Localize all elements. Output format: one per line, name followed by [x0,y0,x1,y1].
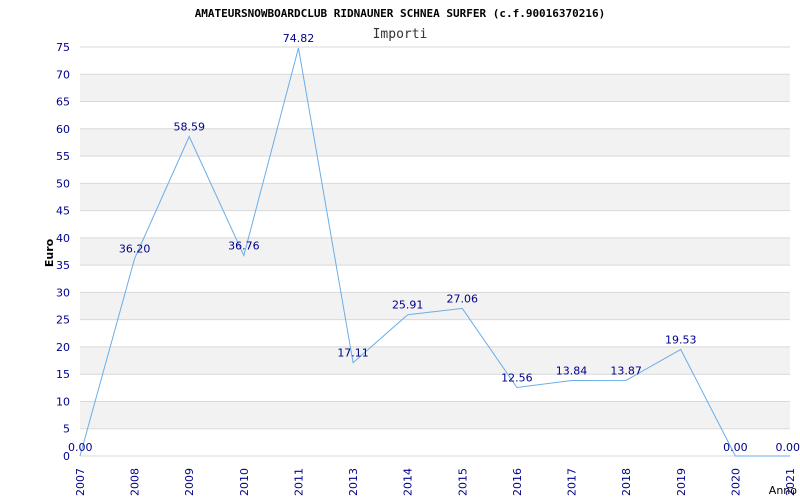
x-tick-label: 2013 [347,468,360,496]
chart-subtitle: Importi [373,27,428,42]
chart-title: AMATEURSNOWBOARDCLUB RIDNAUNER SCHNEA SU… [195,7,606,20]
data-label: 25.91 [392,299,424,312]
y-tick-labels: 051015202530354045505560657075 [56,41,70,463]
y-tick-label: 35 [56,259,70,272]
x-tick-labels: 2007 2008 2009 2010 2011 2013 2014 2015 2016 2017… [74,468,797,496]
data-label: 0.00 [68,441,93,454]
y-tick-label: 60 [56,123,70,136]
x-tick-label: 2007 [74,468,87,496]
x-tick-label: 2009 [183,468,196,496]
y-tick-label: 30 [56,286,70,299]
y-tick-label: 25 [56,314,70,327]
data-label: 12.56 [501,372,533,385]
data-label: 27.06 [447,292,479,305]
line-chart: AMATEURSNOWBOARDCLUB RIDNAUNER SCHNEA SU… [43,7,800,497]
x-tick-label: 2018 [620,468,633,496]
x-tick-label: 2011 [292,468,305,496]
x-tick-label: 2010 [238,468,251,496]
data-label: 0.00 [723,441,748,454]
data-label: 13.87 [610,364,642,377]
y-tick-label: 65 [56,96,70,109]
x-tick-label: 2015 [456,468,469,496]
y-axis-label: Euro [43,238,56,267]
x-tick-label: 2016 [511,468,524,496]
data-label: 58.59 [173,120,205,133]
grid-band [80,183,790,211]
x-tick-label: 2020 [729,468,742,496]
y-tick-label: 20 [56,341,70,354]
y-tick-label: 40 [56,232,70,245]
data-label: 36.20 [119,243,151,256]
data-label: 36.76 [228,240,260,253]
data-label: 13.84 [556,365,588,378]
y-tick-label: 55 [56,150,70,163]
x-tick-label: 2014 [402,468,415,496]
grid-band [80,292,790,320]
grid-band [80,237,790,266]
data-label: 17.11 [337,347,369,360]
x-tick-label: 2021 [784,468,797,496]
grid-band [80,401,790,429]
y-tick-label: 10 [56,395,70,408]
y-tick-label: 5 [63,423,70,436]
data-label: 19.53 [665,333,697,346]
y-tick-label: 70 [56,68,70,81]
grid-band [80,74,790,102]
y-tick-label: 45 [56,205,70,218]
x-tick-label: 2008 [129,468,142,496]
y-tick-label: 15 [56,368,70,381]
data-label: 74.82 [283,32,315,45]
x-tick-label: 2019 [675,468,688,496]
grid-band [80,346,790,375]
y-tick-label: 75 [56,41,70,54]
data-label: 0.00 [776,441,800,454]
y-tick-label: 50 [56,177,70,190]
x-tick-label: 2017 [566,468,579,496]
